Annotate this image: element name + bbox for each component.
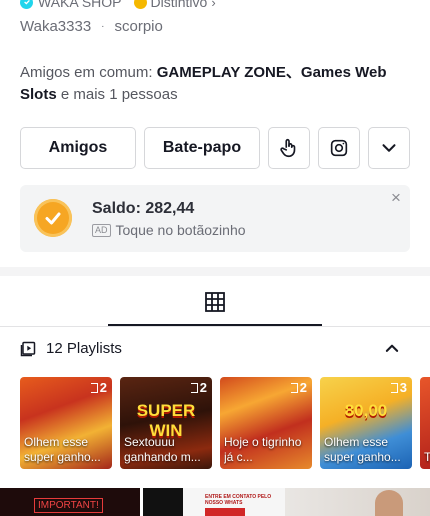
shop-label[interactable]: WAKA SHOP [38,0,122,10]
thumbnail-label: IMPORTANT! [34,498,103,513]
mutual-prefix: Amigos em comum: [20,64,157,81]
instagram-icon [330,139,348,157]
friends-button[interactable]: Amigos [20,127,136,169]
video-grid-row: IMPORTANT! ENTRE EM CONTATO PELO NOSSO W… [0,488,430,516]
playlist-caption: Sextouuu ganhando m... [124,435,201,464]
badge-label[interactable]: Distintivo [151,0,208,10]
playlist-card[interactable]: 2 Olhem esse super ganho... [20,377,112,469]
playlist-count: 2 [291,380,307,395]
playlist-card[interactable]: 2 SUPER WIN Sextouuu ganhando m... [120,377,212,469]
username: Waka3333 [20,18,92,35]
thumbnail-dark-block [143,488,183,516]
ad-row: AD Toque no botãozinho [92,222,246,238]
ad-text: Toque no botãozinho [115,222,246,238]
close-icon[interactable]: × [388,188,404,208]
playlist-card[interactable]: 2 Hoje o tigrinho já c... [220,377,312,469]
video-thumbnail[interactable]: IMPORTANT! [0,488,140,516]
playlist-count: 2 [191,380,207,395]
thumbnail-red-bar [205,508,245,516]
more-button[interactable] [368,127,410,169]
playlist-card-partial[interactable]: T [420,377,430,469]
zodiac-sign: scorpio [114,18,163,35]
chevron-down-icon [382,144,396,152]
playlists-title: 12 Playlists [46,340,122,357]
coin-check-icon [34,199,72,237]
playlist-icon [20,341,36,356]
hand-tap-icon [280,138,296,158]
playlist-count: 3 [391,380,407,395]
playlist-caption: Olhem esse super ganho... [24,435,101,464]
verified-icon [20,0,33,9]
mutual-suffix: e mais 1 pessoas [56,86,178,103]
poke-button[interactable] [268,127,310,169]
balance-text: Saldo: 282,44 [92,200,195,217]
section-divider [0,267,430,276]
playlist-card[interactable]: 3 80,00 Olhem esse super ganho... [320,377,412,469]
playlist-art-text: 80,00 [344,401,388,420]
chevron-up-icon[interactable] [384,340,400,356]
instagram-button[interactable] [318,127,360,169]
playlist-caption: T [424,450,430,464]
video-thumbnail[interactable] [285,488,430,516]
profile-meta: Waka3333 · scorpio [20,18,163,35]
wallet-banner[interactable]: Saldo: 282,44 AD Toque no botãozinho × [20,185,410,252]
playlist-carousel: 2 Olhem esse super ganho... 2 SUPER WIN … [20,377,430,469]
ad-tag: AD [92,223,111,237]
action-bar: Amigos Bate-papo [20,127,410,169]
video-thumbnail[interactable]: ENTRE EM CONTATO PELO NOSSO WHATS [140,488,285,516]
playlist-caption: Olhem esse super ganho... [324,435,401,464]
separator: · [101,21,105,32]
chat-button[interactable]: Bate-papo [144,127,260,169]
tab-divider [0,326,430,327]
grid-icon [205,292,225,312]
chevron-right-icon: › [211,0,216,10]
playlist-count: 2 [91,380,107,395]
badge-icon [133,0,147,9]
playlists-header[interactable]: 12 Playlists [20,340,412,357]
tab-videos[interactable] [108,286,322,326]
person-image [375,490,403,516]
thumbnail-label: ENTRE EM CONTATO PELO NOSSO WHATS [205,494,272,506]
shop-row[interactable]: WAKA SHOP Distintivo › [20,0,216,10]
playlist-caption: Hoje o tigrinho já c... [224,435,302,464]
mutual-friends[interactable]: Amigos em comum: GAMEPLAY ZONE、Games Web… [20,62,410,106]
